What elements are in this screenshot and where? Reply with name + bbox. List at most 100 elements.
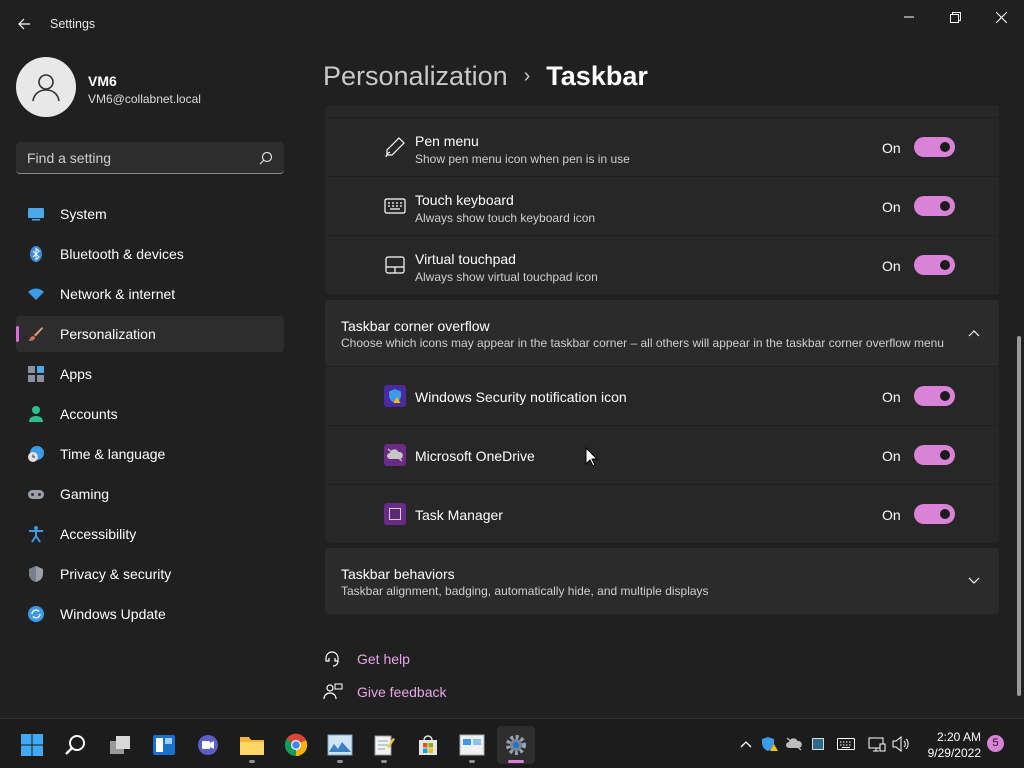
- search-input[interactable]: [16, 142, 252, 173]
- sidebar: VM6 VM6@collabnet.local System Bluetooth…: [0, 48, 300, 718]
- windows-logo-icon: [21, 734, 43, 756]
- breadcrumb-parent[interactable]: Personalization: [323, 61, 508, 92]
- settings-app-button[interactable]: [497, 726, 535, 764]
- apps-icon: [28, 366, 44, 382]
- section-description: Choose which icons may appear in the tas…: [341, 336, 944, 350]
- avatar[interactable]: [16, 57, 76, 117]
- minimize-button[interactable]: [886, 4, 932, 30]
- accessibility-icon: [29, 526, 43, 543]
- pen-icon: [385, 137, 405, 158]
- get-help-link[interactable]: Get help: [323, 647, 410, 671]
- sidebar-item-gaming[interactable]: Gaming: [16, 476, 284, 512]
- tray-onedrive[interactable]: [785, 736, 803, 752]
- row-title: Windows Security notification icon: [415, 389, 627, 405]
- photos-button[interactable]: [321, 726, 359, 764]
- task-manager-tray-icon: [812, 738, 824, 750]
- sidebar-item-label: System: [60, 206, 107, 222]
- pen-menu-row: Pen menu Show pen menu icon when pen is …: [325, 118, 999, 176]
- toggle-state-label: On: [882, 140, 901, 156]
- user-email: VM6@collabnet.local: [88, 92, 201, 106]
- notepad-button[interactable]: [365, 726, 403, 764]
- photos-icon: [327, 734, 353, 756]
- show-hidden-icons-button[interactable]: [737, 736, 755, 752]
- chrome-button[interactable]: [277, 726, 315, 764]
- sidebar-item-time-language[interactable]: Time & language: [16, 436, 284, 472]
- row-title: Touch keyboard: [415, 192, 514, 208]
- tray-windows-security[interactable]: [761, 736, 779, 752]
- system-icon: [28, 208, 44, 221]
- touchpad-icon: [385, 256, 405, 274]
- section-title: Taskbar behaviors: [341, 566, 455, 582]
- start-button[interactable]: [13, 726, 51, 764]
- row-description: Always show virtual touchpad icon: [415, 270, 598, 284]
- search-icon[interactable]: [258, 150, 274, 166]
- task-view-button[interactable]: [101, 726, 139, 764]
- user-name: VM6: [88, 73, 117, 89]
- restore-icon: [949, 11, 961, 23]
- touch-keyboard-toggle[interactable]: [914, 196, 955, 216]
- tray-touch-keyboard[interactable]: [837, 736, 855, 752]
- store-icon: [419, 735, 437, 755]
- expand-button[interactable]: [963, 570, 985, 592]
- tray-task-manager[interactable]: [809, 736, 827, 752]
- close-button[interactable]: [978, 4, 1024, 30]
- teams-chat-icon: [198, 735, 218, 755]
- give-feedback-label: Give feedback: [357, 684, 447, 700]
- row-title: Microsoft OneDrive: [415, 448, 535, 464]
- sidebar-item-bluetooth[interactable]: Bluetooth & devices: [16, 236, 284, 272]
- taskbar-search-button[interactable]: [57, 726, 95, 764]
- corner-overflow-header[interactable]: Taskbar corner overflow Choose which ico…: [325, 300, 999, 366]
- sidebar-item-apps[interactable]: Apps: [16, 356, 284, 392]
- close-icon: [995, 11, 1007, 23]
- wifi-icon: [28, 288, 44, 300]
- task-manager-toggle[interactable]: [914, 504, 955, 524]
- search-box[interactable]: [16, 142, 284, 174]
- back-arrow-icon: [18, 18, 30, 30]
- give-feedback-link[interactable]: Give feedback: [323, 680, 447, 704]
- collapse-button[interactable]: [963, 322, 985, 344]
- notification-badge[interactable]: 5: [987, 735, 1004, 752]
- widgets-button[interactable]: [145, 726, 183, 764]
- task-view-icon: [110, 736, 130, 754]
- nav-list: System Bluetooth & devices Network & int…: [16, 196, 284, 636]
- tray-network[interactable]: [868, 736, 886, 752]
- file-explorer-button[interactable]: [233, 726, 271, 764]
- user-icon: [32, 74, 60, 102]
- volume-icon: [892, 736, 909, 752]
- restore-button[interactable]: [932, 4, 978, 30]
- taskbar-behaviors-header[interactable]: Taskbar behaviors Taskbar alignment, bad…: [325, 548, 999, 614]
- clock-time: 2:20 AM: [936, 730, 981, 744]
- pen-menu-toggle[interactable]: [914, 137, 955, 157]
- chat-button[interactable]: [189, 726, 227, 764]
- tray-volume[interactable]: [892, 736, 910, 752]
- breadcrumb-separator: ›: [523, 64, 531, 87]
- virtual-touchpad-toggle[interactable]: [914, 255, 955, 275]
- toggle-state-label: On: [882, 389, 901, 405]
- windows-security-toggle[interactable]: [914, 386, 955, 406]
- sidebar-item-privacy-security[interactable]: Privacy & security: [16, 556, 284, 592]
- control-panel-button[interactable]: [453, 726, 491, 764]
- section-title: Taskbar corner overflow: [341, 318, 490, 334]
- help-icon: [325, 651, 339, 667]
- get-help-label: Get help: [357, 651, 410, 667]
- microsoft-store-button[interactable]: [409, 726, 447, 764]
- sidebar-item-accessibility[interactable]: Accessibility: [16, 516, 284, 552]
- control-panel-icon: [459, 734, 485, 756]
- sidebar-item-system[interactable]: System: [16, 196, 284, 232]
- onedrive-row: Microsoft OneDrive On: [325, 426, 999, 484]
- clock[interactable]: 2:20 AM 9/29/2022: [928, 729, 981, 761]
- windows-security-row: Windows Security notification icon On: [325, 367, 999, 425]
- onedrive-toggle[interactable]: [914, 445, 955, 465]
- row-title: Pen menu: [415, 133, 479, 149]
- sidebar-item-personalization[interactable]: Personalization: [16, 316, 284, 352]
- sidebar-item-accounts[interactable]: Accounts: [16, 396, 284, 432]
- sidebar-item-network[interactable]: Network & internet: [16, 276, 284, 312]
- search-icon: [65, 735, 85, 755]
- sidebar-item-label: Windows Update: [60, 606, 166, 622]
- minimize-icon: [904, 16, 914, 18]
- sidebar-item-label: Accessibility: [60, 526, 137, 542]
- back-button[interactable]: [10, 10, 38, 38]
- row-description: Show pen menu icon when pen is in use: [415, 152, 630, 166]
- vertical-scrollbar[interactable]: [1017, 336, 1021, 696]
- sidebar-item-windows-update[interactable]: Windows Update: [16, 596, 284, 632]
